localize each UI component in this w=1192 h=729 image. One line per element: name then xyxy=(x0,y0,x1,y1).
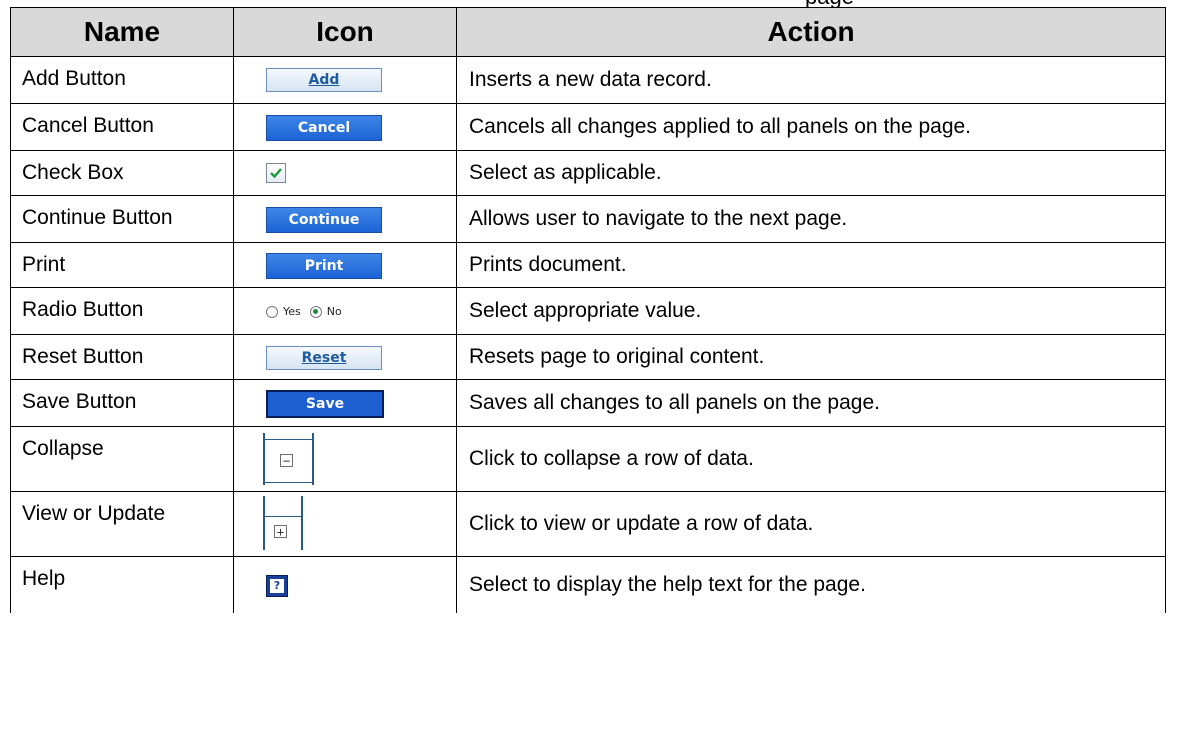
row-name: Help xyxy=(10,556,234,613)
reset-button[interactable]: Reset xyxy=(266,346,382,370)
grid-border-icon xyxy=(263,496,265,550)
table-row: Help ? Select to display the help text f… xyxy=(10,556,1166,613)
row-action: Allows user to navigate to the next page… xyxy=(456,195,1166,243)
table-row: Check Box Select as applicable. xyxy=(10,150,1166,196)
row-icon-cell: Cancel xyxy=(233,103,457,151)
row-action: Cancels all changes applied to all panel… xyxy=(456,103,1166,151)
row-action: Saves all changes to all panels on the p… xyxy=(456,379,1166,427)
row-action: Select to display the help text for the … xyxy=(456,556,1166,613)
radio-group: Yes No xyxy=(266,305,342,318)
row-name: Save Button xyxy=(10,379,234,427)
row-action: Click to collapse a row of data. xyxy=(456,426,1166,492)
row-icon-cell: + xyxy=(233,491,457,557)
row-action: Click to view or update a row of data. xyxy=(456,491,1166,557)
table-row: View or Update + Click to view or update… xyxy=(10,491,1166,557)
table-row: Cancel Button Cancel Cancels all changes… xyxy=(10,103,1166,151)
grid-border-icon xyxy=(312,433,314,485)
table-row: Reset Button Reset Resets page to origin… xyxy=(10,334,1166,380)
checkbox[interactable] xyxy=(266,163,286,183)
grid-border-icon xyxy=(265,516,301,517)
print-button[interactable]: Print xyxy=(266,253,382,279)
table-row: Continue Button Continue Allows user to … xyxy=(10,195,1166,243)
table-row: Save Button Save Saves all changes to al… xyxy=(10,379,1166,427)
row-name: Radio Button xyxy=(10,287,234,335)
header-name: Name xyxy=(10,7,234,57)
radio-no[interactable] xyxy=(309,305,322,318)
row-action: Prints document. xyxy=(456,242,1166,288)
table-header-row: Name Icon Action xyxy=(10,7,1166,57)
row-icon-cell xyxy=(233,150,457,196)
grid-border-icon xyxy=(265,482,312,483)
header-icon: Icon xyxy=(233,7,457,57)
question-mark-icon: ? xyxy=(270,579,284,593)
row-name: Cancel Button xyxy=(10,103,234,151)
table-row: Add Button Add Inserts a new data record… xyxy=(10,56,1166,104)
grid-border-icon xyxy=(265,439,312,440)
checkmark-icon xyxy=(270,168,282,179)
row-action: Select appropriate value. xyxy=(456,287,1166,335)
expand-icon[interactable]: + xyxy=(274,525,287,538)
table-row: Radio Button Yes No Select appropriate v… xyxy=(10,287,1166,335)
row-name: Check Box xyxy=(10,150,234,196)
row-name: Print xyxy=(10,242,234,288)
row-name: Reset Button xyxy=(10,334,234,380)
row-icon-cell: Add xyxy=(233,56,457,104)
row-icon-cell: ? xyxy=(233,556,457,613)
grid-border-icon xyxy=(263,433,265,485)
collapse-icon[interactable]: − xyxy=(280,454,293,467)
add-button[interactable]: Add xyxy=(266,68,382,92)
radio-yes-label: Yes xyxy=(283,305,301,318)
row-name: Collapse xyxy=(10,426,234,492)
radio-yes[interactable] xyxy=(266,305,278,318)
row-icon-cell: Save xyxy=(233,379,457,427)
row-name: Continue Button xyxy=(10,195,234,243)
cancel-button[interactable]: Cancel xyxy=(266,115,382,141)
table-row: Print Print Prints document. xyxy=(10,242,1166,288)
icon-legend-table: Name Icon Action Add Button Add Inserts … xyxy=(10,7,1166,613)
row-icon-cell: Yes No xyxy=(233,287,457,335)
row-action: Resets page to original content. xyxy=(456,334,1166,380)
grid-border-icon xyxy=(301,496,303,550)
row-action: Select as applicable. xyxy=(456,150,1166,196)
row-icon-cell: Print xyxy=(233,242,457,288)
radio-no-label: No xyxy=(326,305,342,318)
header-action: Action xyxy=(456,7,1166,57)
help-icon[interactable]: ? xyxy=(266,575,288,597)
row-name: View or Update xyxy=(10,491,234,557)
row-icon-cell: − xyxy=(233,426,457,492)
row-icon-cell: Continue xyxy=(233,195,457,243)
row-name: Add Button xyxy=(10,56,234,104)
continue-button[interactable]: Continue xyxy=(266,207,382,233)
row-icon-cell: Reset xyxy=(233,334,457,380)
table-row: Collapse − Click to collapse a row of da… xyxy=(10,426,1166,492)
row-action: Inserts a new data record. xyxy=(456,56,1166,104)
save-button[interactable]: Save xyxy=(266,390,384,418)
